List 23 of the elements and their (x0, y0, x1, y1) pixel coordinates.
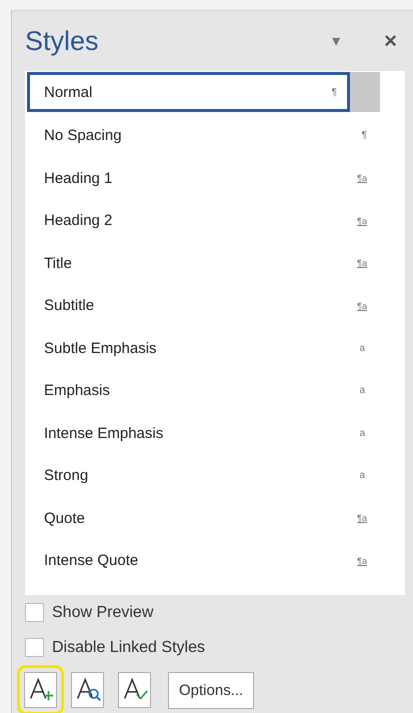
style-item[interactable]: Intense Quote ¶a (27, 540, 380, 582)
style-inspector-button[interactable] (71, 672, 104, 708)
style-item[interactable]: Strong a (27, 454, 380, 497)
style-item[interactable]: Title ¶a (27, 242, 380, 284)
checkbox-label: Show Preview (52, 604, 154, 622)
style-item[interactable]: Quote ¶a (27, 497, 380, 540)
style-item[interactable]: Heading 1 ¶a (27, 157, 380, 200)
manage-styles-button[interactable] (118, 672, 151, 708)
style-item[interactable]: Normal ¶ (27, 72, 350, 112)
pane-menu-button[interactable]: ▾ (332, 31, 340, 51)
style-item[interactable]: Intense Emphasis a (27, 412, 380, 454)
pane-title: Styles (25, 26, 100, 56)
style-item[interactable]: Subtitle ¶a (27, 284, 380, 327)
style-item[interactable]: Subtle Emphasis a (27, 327, 380, 370)
new-style-button[interactable] (24, 672, 57, 708)
checkbox[interactable] (25, 603, 44, 622)
style-item[interactable]: Emphasis a (27, 370, 380, 412)
checkbox[interactable] (25, 638, 44, 657)
style-item[interactable]: Heading 2 ¶a (27, 200, 380, 242)
close-button[interactable]: × (384, 28, 397, 54)
checkbox-label: Disable Linked Styles (52, 638, 205, 656)
options-button[interactable]: Options... (168, 672, 254, 708)
style-item[interactable]: No Spacing ¶ (27, 114, 380, 157)
